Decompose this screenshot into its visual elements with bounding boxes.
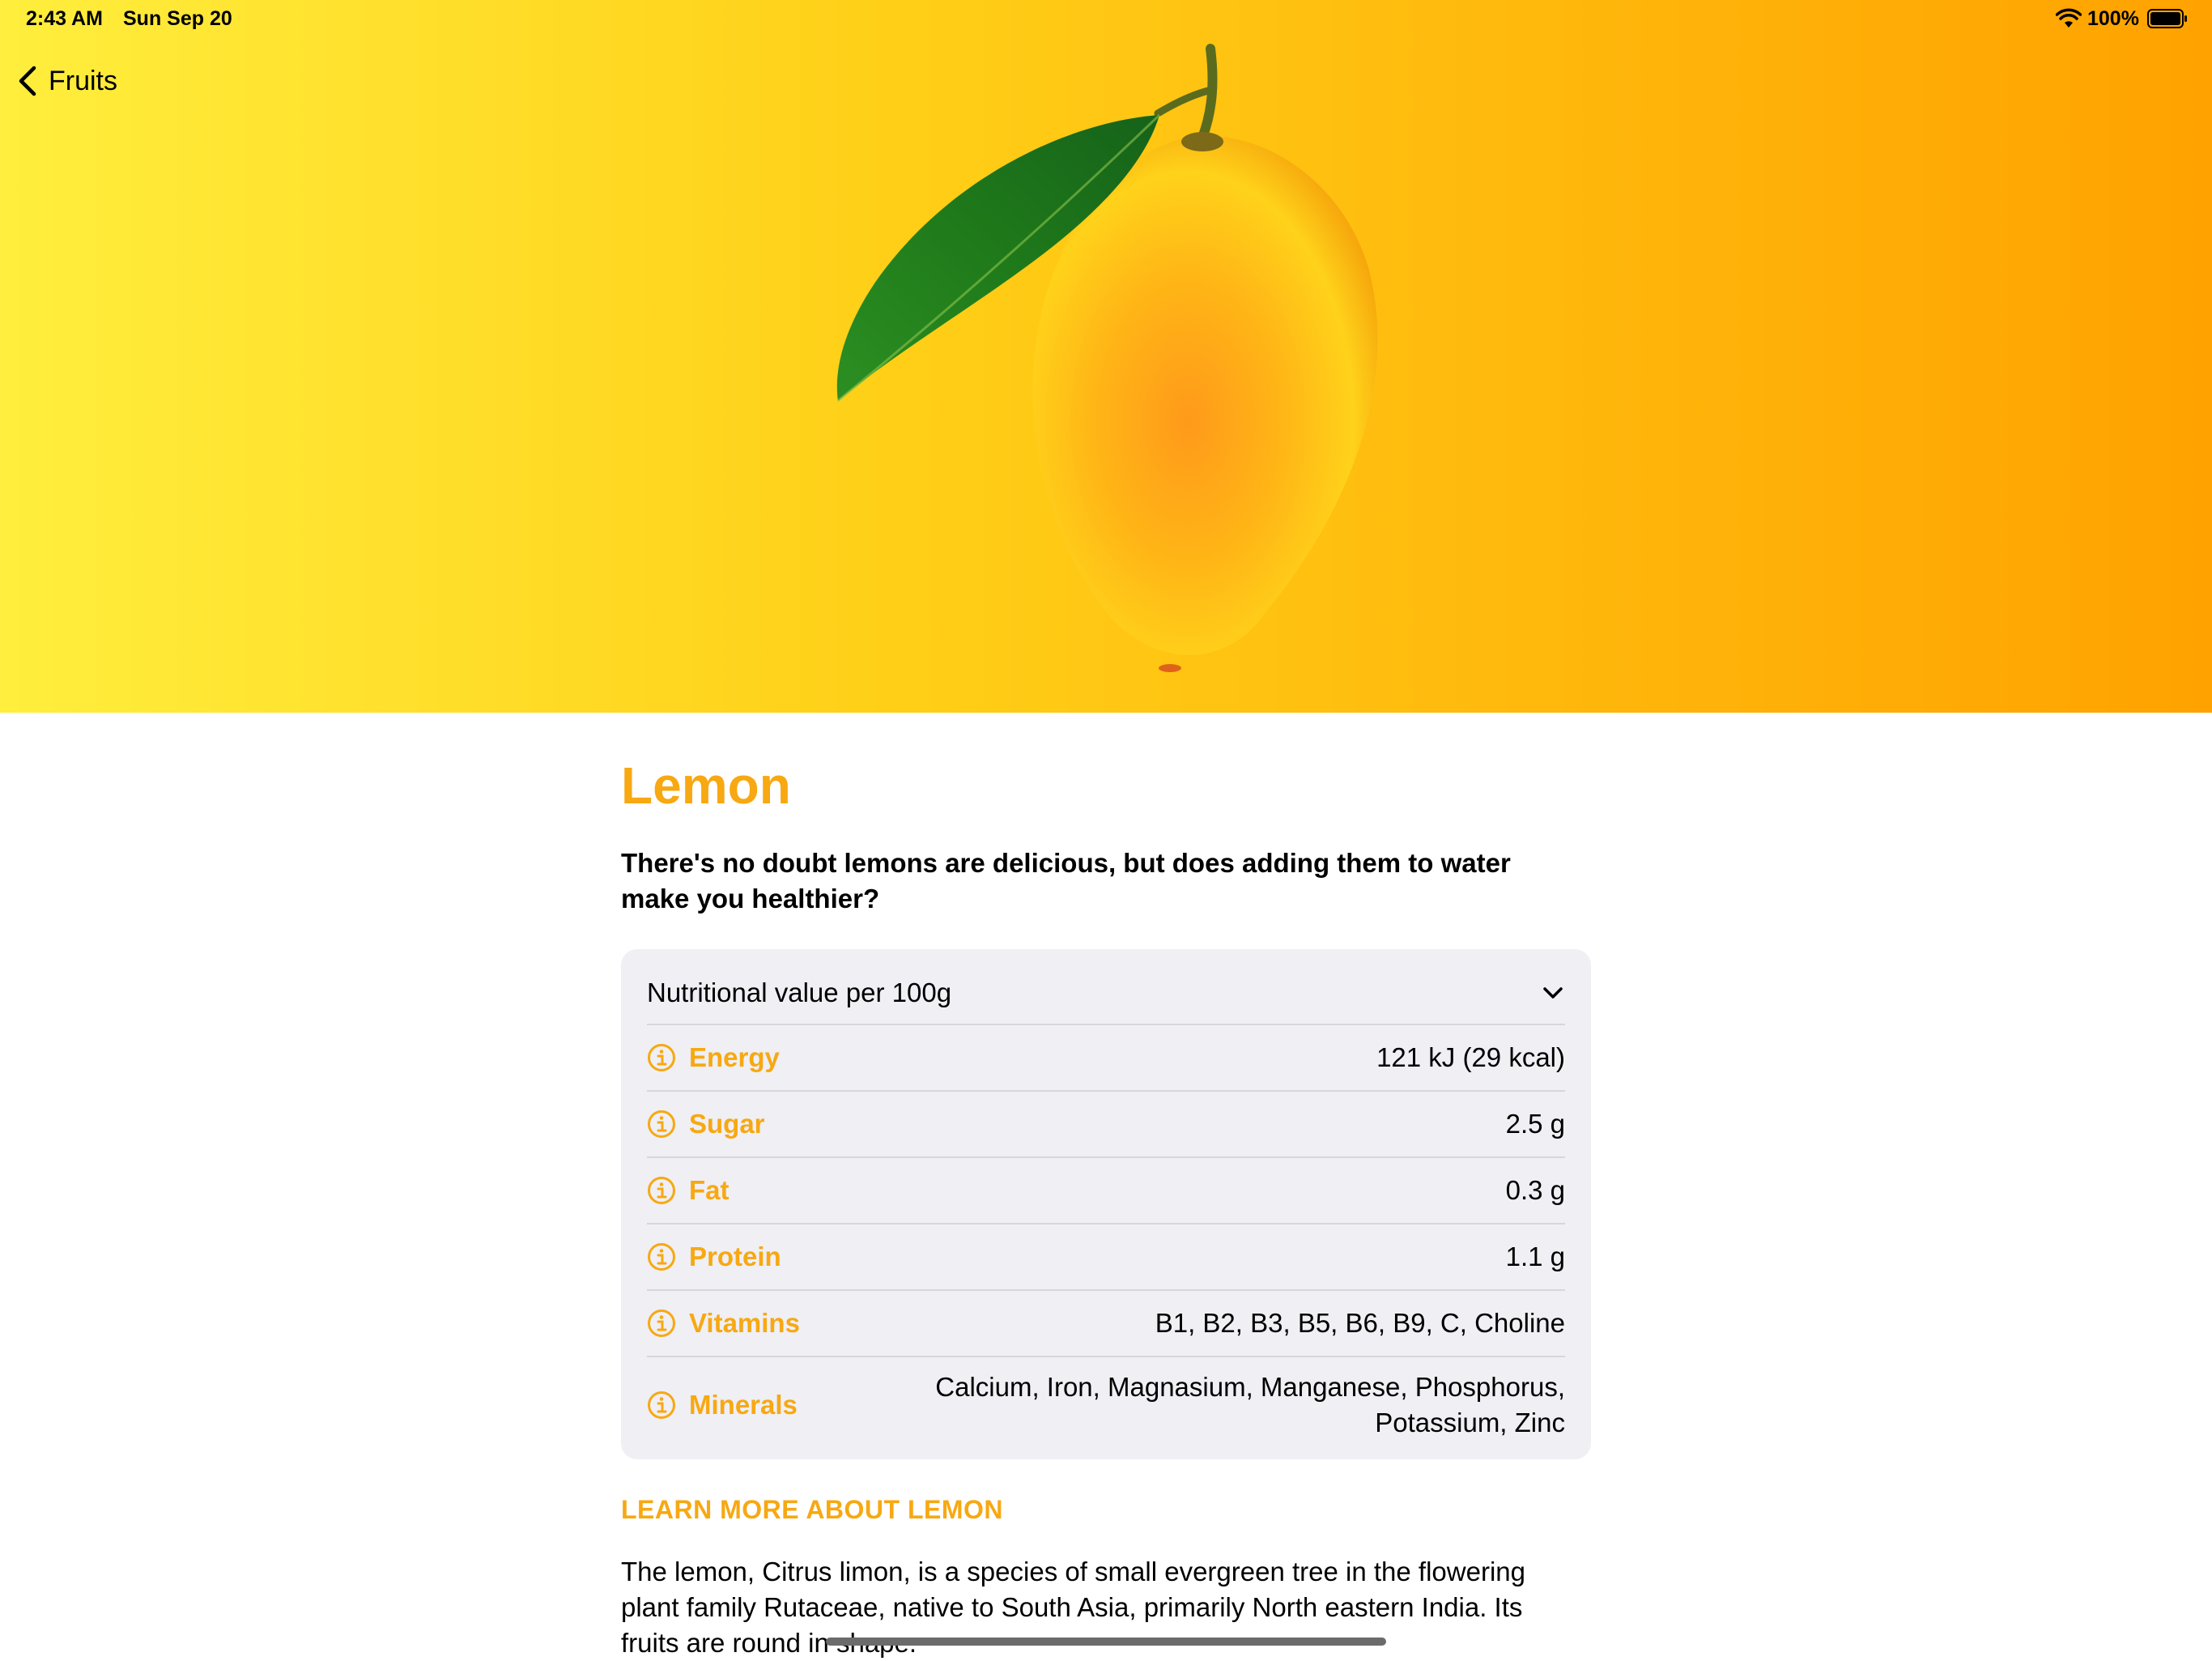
back-button[interactable]: Fruits: [16, 60, 117, 102]
nutrition-label: Protein: [689, 1241, 781, 1271]
fruit-detail: Lemon There's no doubt lemons are delici…: [621, 737, 1591, 1661]
info-icon[interactable]: [647, 1242, 676, 1271]
nutrition-value: Calcium, Iron, Magnasium, Manganese, Pho…: [935, 1372, 1565, 1437]
chevron-down-icon: [1543, 987, 1563, 999]
battery-percentage: 100%: [2087, 7, 2139, 30]
nutrition-label: Vitamins: [689, 1308, 800, 1338]
info-icon[interactable]: [647, 1176, 676, 1205]
lemon-image: [836, 44, 1378, 672]
battery-icon: [2147, 9, 2187, 28]
nutrition-row: Fat 0.3 g: [647, 1158, 1565, 1224]
nutrition-list: Energy 121 kJ (29 kcal) Sugar 2.5 g Fat 0.3 g…: [647, 1025, 1565, 1453]
home-indicator[interactable]: [826, 1638, 1386, 1646]
nutrition-value: B1, B2, B3, B5, B6, B9, C, Choline: [1155, 1308, 1565, 1338]
nutrition-row: Protein 1.1 g: [647, 1224, 1565, 1291]
nutrition-row-label-group: Protein: [647, 1241, 781, 1272]
status-date: Sun Sep 20: [123, 7, 232, 30]
back-label: Fruits: [49, 65, 117, 96]
nutrition-label: Energy: [689, 1042, 780, 1072]
nutrition-value: 1.1 g: [1505, 1241, 1565, 1271]
nutrition-row-label-group: Minerals: [647, 1390, 798, 1420]
nutrition-header-label: Nutritional value per 100g: [647, 977, 952, 1007]
learn-more-link[interactable]: LEARN MORE ABOUT LEMON: [621, 1495, 1591, 1525]
nutrition-row: Minerals Calcium, Iron, Magnasium, Mangan…: [647, 1357, 1565, 1453]
hero-banner: [0, 0, 2212, 713]
nutrition-label: Minerals: [689, 1390, 798, 1420]
nutrition-label: Fat: [689, 1175, 730, 1205]
info-icon[interactable]: [647, 1043, 676, 1072]
wifi-icon: [2056, 8, 2082, 28]
info-icon[interactable]: [647, 1309, 676, 1338]
status-bar: 2:43 AM Sun Sep 20 100%: [0, 0, 2212, 39]
nutrition-disclosure[interactable]: Nutritional value per 100g: [647, 949, 1565, 1025]
nutrition-value: 121 kJ (29 kcal): [1376, 1042, 1565, 1072]
headline: There's no doubt lemons are delicious, b…: [621, 848, 1511, 914]
page-title: Lemon: [621, 756, 791, 815]
nutrition-row-label-group: Sugar: [647, 1109, 765, 1139]
nutrition-row: Sugar 2.5 g: [647, 1092, 1565, 1158]
info-icon[interactable]: [647, 1109, 676, 1139]
chevron-left-icon: [19, 66, 36, 96]
nutrition-row: Energy 121 kJ (29 kcal): [647, 1025, 1565, 1092]
nutrition-row-label-group: Energy: [647, 1042, 780, 1073]
info-icon[interactable]: [647, 1391, 676, 1420]
nutrition-label: Sugar: [689, 1109, 765, 1139]
nutrition-row-label-group: Vitamins: [647, 1308, 800, 1339]
status-time: 2:43 AM: [26, 7, 103, 30]
nutrition-card: Nutritional value per 100g Energy 121 kJ …: [621, 949, 1591, 1459]
nutrition-row-label-group: Fat: [647, 1175, 730, 1206]
nutrition-value: 0.3 g: [1505, 1175, 1565, 1205]
nutrition-row: Vitamins B1, B2, B3, B5, B6, B9, C, Choli…: [647, 1291, 1565, 1357]
nutrition-value: 2.5 g: [1505, 1109, 1565, 1139]
